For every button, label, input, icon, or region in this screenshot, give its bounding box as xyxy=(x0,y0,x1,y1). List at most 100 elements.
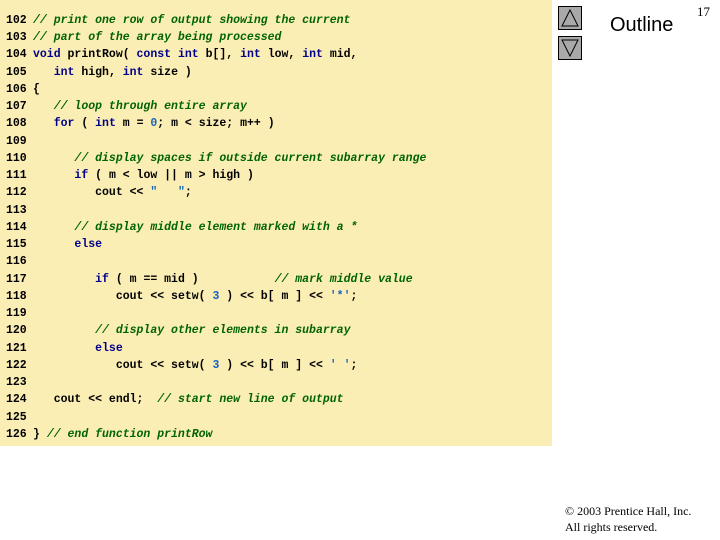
code-token: '*' xyxy=(329,289,351,303)
code-line: 106 { xyxy=(0,81,552,98)
code-token: ' ' xyxy=(329,358,351,372)
code-token: // part of the array being processed xyxy=(33,31,282,45)
code-line: 122 cout << setw( 3 ) << b[ m ] << ' '; xyxy=(0,357,552,374)
code-token: cout << setw( xyxy=(115,358,213,372)
code-token: // print one row of output showing the c… xyxy=(33,14,351,27)
code-token: cout << setw( xyxy=(115,289,213,303)
line-number: 117 xyxy=(6,272,27,286)
code-token: // loop through entire array xyxy=(53,100,247,114)
code-line: 124 cout << endl; // start new line of o… xyxy=(0,391,552,408)
code-token: // display middle element marked with a … xyxy=(74,220,358,234)
code-token: ( xyxy=(74,117,96,131)
code-listing: 102 // print one row of output showing th… xyxy=(0,0,552,446)
code-token: // end function printRow xyxy=(46,427,213,441)
line-number: 118 xyxy=(6,289,27,303)
code-token: " " xyxy=(150,186,185,200)
line-number: 126 xyxy=(6,427,27,441)
line-number: 125 xyxy=(6,410,27,424)
code-token: ; xyxy=(350,289,358,303)
code-line: 103 // part of the array being processed xyxy=(0,29,552,46)
code-text: cout << setw( 3 ) << b[ m ] << '*'; xyxy=(33,288,358,305)
code-text: void printRow( const int b[], int low, i… xyxy=(33,46,357,63)
code-token: int xyxy=(53,65,75,79)
code-line: 125 xyxy=(0,409,552,426)
line-number: 119 xyxy=(6,307,27,321)
code-line: 102 // print one row of output showing th… xyxy=(0,12,552,29)
code-token: ; xyxy=(184,186,192,200)
code-text: int high, int size ) xyxy=(33,64,192,81)
code-token: cout << endl; xyxy=(53,393,158,407)
code-line: 104 void printRow( const int b[], int low… xyxy=(0,46,552,63)
code-token: else xyxy=(95,341,123,355)
code-line: 105 int high, int size ) xyxy=(0,64,552,81)
code-line: 113 xyxy=(0,202,552,219)
code-token: high, xyxy=(74,65,123,79)
code-text: // loop through entire array xyxy=(33,98,247,115)
copyright-line: © 2003 Prentice Hall, Inc. xyxy=(565,504,692,518)
code-line: 120 // display other elements in subarra… xyxy=(0,322,552,339)
code-line: 115 else xyxy=(0,236,552,253)
code-line: 123 xyxy=(0,374,552,391)
code-token: ; m < size; m++ ) xyxy=(157,117,275,131)
code-text: cout << endl; // start new line of outpu… xyxy=(33,391,344,408)
line-number: 106 xyxy=(6,82,27,96)
rights-line: All rights reserved. xyxy=(565,520,658,534)
next-slide-button[interactable] xyxy=(558,36,582,60)
code-token: printRow( xyxy=(60,48,137,62)
previous-slide-button[interactable] xyxy=(558,6,582,30)
code-text: // part of the array being processed xyxy=(33,29,281,46)
line-number: 110 xyxy=(6,151,27,165)
copyright-notice: © 2003 Prentice Hall, Inc. All rights re… xyxy=(565,503,691,535)
code-token: b[], xyxy=(198,48,241,62)
code-token: int xyxy=(240,48,261,62)
line-number: 112 xyxy=(6,186,27,200)
code-token: // mark middle value xyxy=(274,272,413,286)
code-token: ) << b[ m ] << xyxy=(219,358,330,372)
code-token: void xyxy=(33,48,61,62)
line-number: 103 xyxy=(6,31,27,45)
code-line: 119 xyxy=(0,305,552,322)
code-token: // display other elements in subarray xyxy=(95,324,351,338)
code-text: // display other elements in subarray xyxy=(33,322,350,339)
line-number: 123 xyxy=(6,376,27,390)
line-number: 124 xyxy=(6,393,27,407)
outline-title[interactable]: Outline xyxy=(610,14,673,37)
triangle-down-icon xyxy=(561,39,579,57)
line-number: 114 xyxy=(6,220,27,234)
line-number: 122 xyxy=(6,358,27,372)
code-token: int xyxy=(302,48,323,62)
code-token: else xyxy=(74,238,103,252)
code-token: low, xyxy=(260,48,303,62)
code-line: 112 cout << " "; xyxy=(0,184,552,201)
code-token: int xyxy=(122,65,144,79)
code-token: ; xyxy=(350,358,358,372)
code-token: // display spaces if outside current sub… xyxy=(74,151,427,165)
code-token: } xyxy=(33,427,47,441)
code-line: 117 if ( m == mid ) // mark middle value xyxy=(0,271,552,288)
code-text: cout << setw( 3 ) << b[ m ] << ' '; xyxy=(33,357,358,374)
code-token: m = xyxy=(115,117,151,131)
code-token: size ) xyxy=(143,65,192,79)
code-line: 111 if ( m < low || m > high ) xyxy=(0,167,552,184)
code-text: // display middle element marked with a … xyxy=(33,219,357,236)
code-line: 107 // loop through entire array xyxy=(0,98,552,115)
code-token: ) << b[ m ] << xyxy=(219,289,330,303)
code-line: 126} // end function printRow xyxy=(0,426,552,443)
line-number: 113 xyxy=(6,203,27,217)
line-number: 109 xyxy=(6,134,27,148)
code-line: 121 else xyxy=(0,340,552,357)
line-number: 115 xyxy=(6,238,27,252)
code-text: if ( m == mid ) // mark middle value xyxy=(33,271,413,288)
code-line: 118 cout << setw( 3 ) << b[ m ] << '*'; xyxy=(0,288,552,305)
code-token: const xyxy=(136,48,172,62)
code-token: for xyxy=(53,117,75,131)
code-token: mid, xyxy=(322,48,358,62)
code-token: if xyxy=(74,169,89,183)
code-text: } // end function printRow xyxy=(33,426,212,443)
line-number: 108 xyxy=(6,117,27,131)
line-number: 111 xyxy=(6,169,27,183)
code-line: 110 // display spaces if outside current… xyxy=(0,150,552,167)
line-number: 104 xyxy=(6,48,27,62)
code-token: int xyxy=(95,117,116,131)
